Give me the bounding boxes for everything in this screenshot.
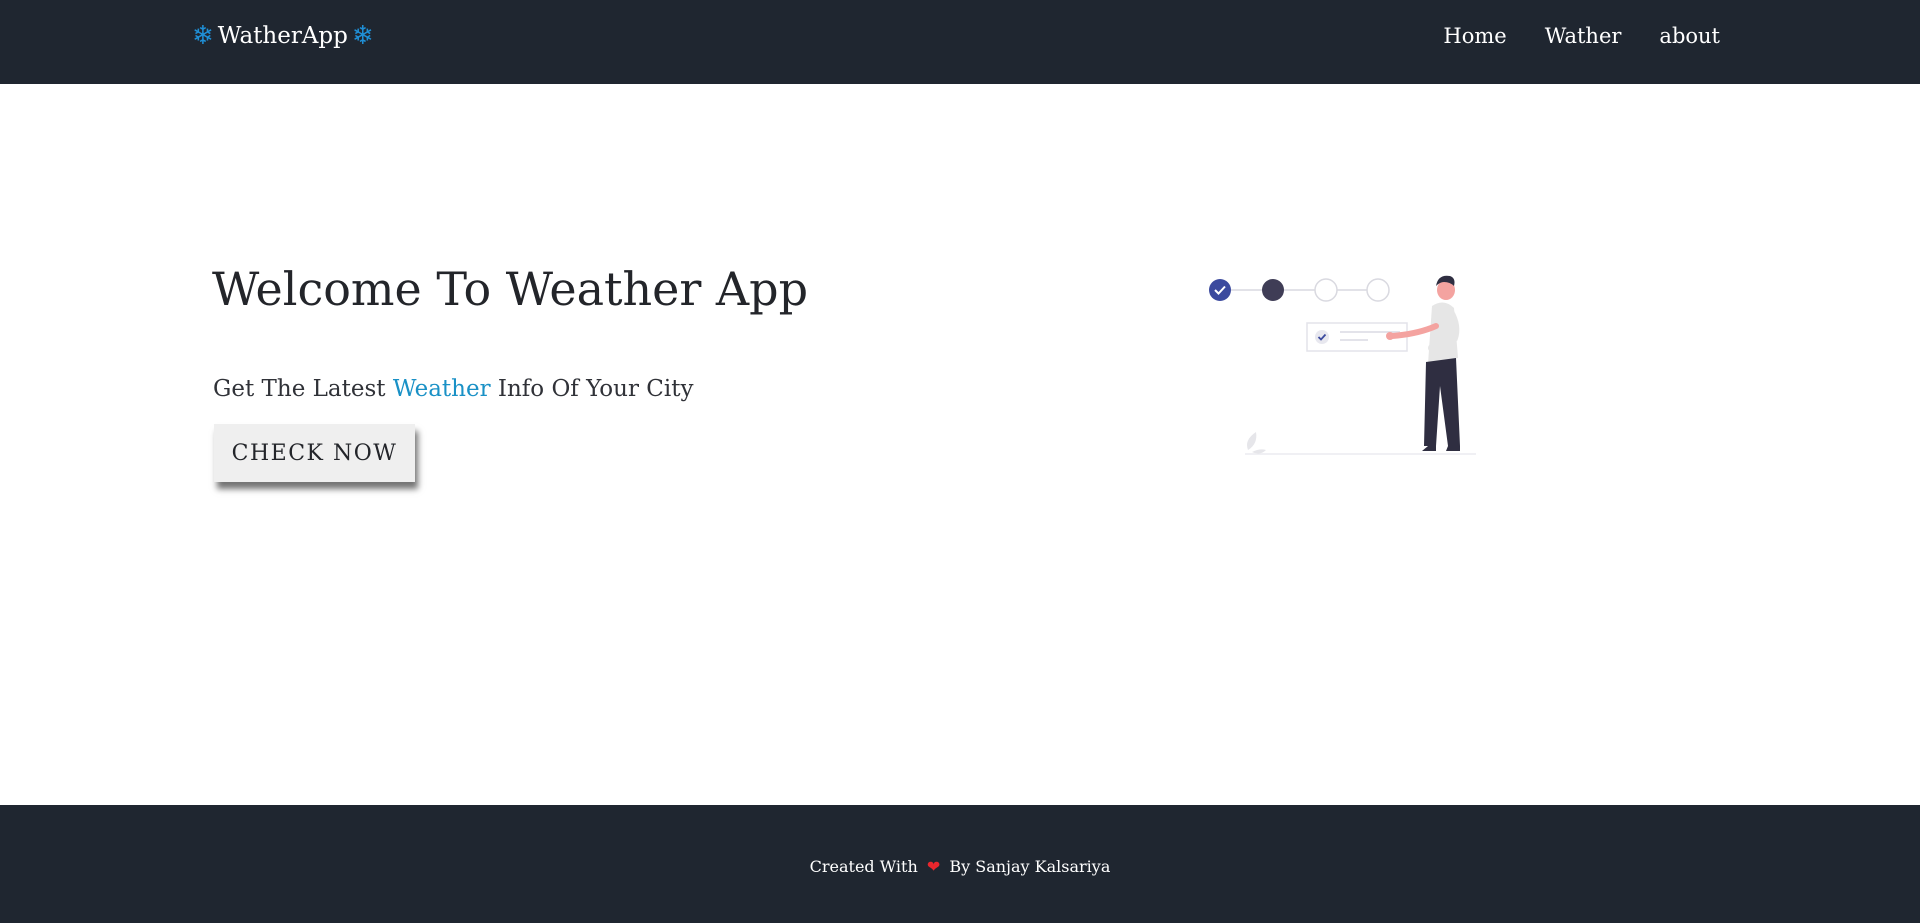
snowflake-icon: ❄ [192, 21, 214, 51]
nav-links: Home Wather about [1405, 20, 1720, 52]
nav-link-about[interactable]: about [1659, 24, 1720, 48]
check-now-button[interactable]: CHECK NOW [214, 424, 415, 482]
subtitle-highlight: Weather [392, 376, 491, 402]
brand-name: WatherApp [217, 23, 348, 49]
footer-credit: Created With ❤ By Sanjay Kalsariya [0, 857, 1920, 876]
snowflake-icon: ❄ [351, 21, 374, 51]
footer: Created With ❤ By Sanjay Kalsariya [0, 805, 1920, 923]
brand-link[interactable]: ❄ WatherApp ❄ [192, 20, 374, 52]
footer-text-suffix: By Sanjay Kalsariya [949, 857, 1111, 876]
subtitle-suffix: Info Of Your City [497, 376, 694, 402]
person-progress-steps-illustration [1209, 275, 1476, 455]
heart-icon: ❤ [926, 857, 941, 876]
footer-text-prefix: Created With [809, 857, 918, 876]
subtitle-prefix: Get The Latest [213, 376, 386, 402]
nav-link-weather[interactable]: Wather [1545, 24, 1622, 48]
nav-link-home[interactable]: Home [1443, 24, 1506, 48]
hero-subtitle: Get The Latest Weather Info Of Your City [213, 376, 693, 402]
hero-title: Welcome To Weather App [212, 262, 809, 316]
top-navbar: ❄ WatherApp ❄ Home Wather about [0, 0, 1920, 84]
